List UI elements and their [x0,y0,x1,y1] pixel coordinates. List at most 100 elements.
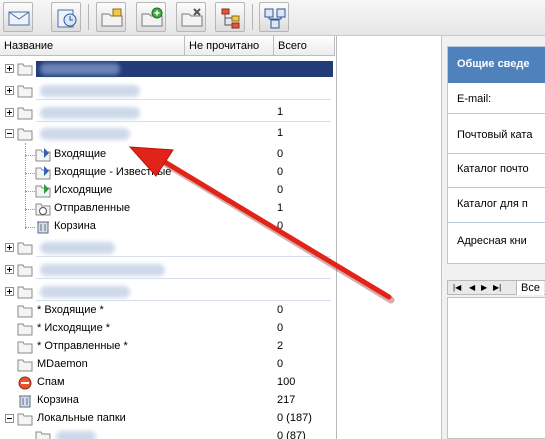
tree-row-outbox[interactable]: Исходящие 0 [0,182,337,200]
pager: |◀ ◀ ▶ ▶| Все [447,280,545,295]
column-header-unread[interactable]: Не прочитано [185,36,274,56]
tree-row-account-2[interactable] [0,82,337,100]
expand-icon[interactable] [5,86,14,95]
unread-count: 100 [277,376,296,388]
expand-icon[interactable] [5,64,14,73]
settings-button[interactable] [51,2,81,32]
trash-icon [19,395,31,408]
tree-row-all-outbox[interactable]: * Исходящие * 0 [0,320,337,338]
folder-icon [17,264,33,277]
info-row-catalog-for: Каталог для п [457,198,528,210]
expand-icon[interactable] [5,108,14,117]
folder-lock-button[interactable] [96,2,126,32]
info-row-mail-dir: Почтовый ката [457,129,533,141]
blurred-account-name [40,63,120,75]
settings-clock-icon [57,9,77,28]
folder-name: Корзина [54,220,96,232]
info-panel: Общие сведе E-mail: Почтовый ката Катало… [441,36,545,439]
tree-row-trash[interactable]: Корзина 0 [0,218,337,236]
collapse-icon[interactable] [5,129,14,138]
folder-name: * Отправленные * [37,340,128,352]
tree-row-mdaemon[interactable]: MDaemon 0 [0,356,337,374]
mail-button[interactable] [3,2,33,32]
mail-icon [8,11,30,26]
last-page-icon[interactable]: ▶| [493,283,501,292]
tree-row-account-1[interactable] [0,60,337,78]
folder-add-icon [141,7,163,27]
folder-add-button[interactable] [136,2,166,32]
blurred-account-name [40,107,140,119]
tree-row-account-5[interactable] [0,239,337,257]
folder-icon [17,85,33,98]
unread-count: 0 [277,304,284,316]
unread-count: 1 [277,106,284,118]
folder-name: Спам [37,376,65,388]
preview-area [447,297,545,439]
tree-row-inbox-known[interactable]: Входящие - Известные 0 [0,164,337,182]
column-header-name[interactable]: Название [0,36,185,56]
info-title: Общие сведе [448,47,545,83]
tree-row-account-7[interactable] [0,283,337,301]
folder-icon [17,286,33,299]
trash-icon [37,221,49,234]
tree-row-inbox[interactable]: Входящие 0 [0,146,337,164]
tree-row-account-3[interactable]: 1 [0,104,337,122]
info-row-mail-catalog: Каталог почто [457,163,529,175]
folder-tools-icon [181,8,203,27]
unread-count: 217 [277,394,296,406]
folder-icon [17,305,33,318]
folder-name: * Входящие * [37,304,104,316]
tree-icon [221,8,240,29]
toolbar [0,0,545,36]
blurred-account-name [40,242,115,254]
outbox-folder-icon [35,184,51,198]
tree-row-local-folders[interactable]: Локальные папки 0 (187) [0,410,337,428]
unread-count: 0 (187) [277,412,312,424]
tree-row-spam[interactable]: Спам 100 [0,374,337,392]
next-page-icon[interactable]: ▶ [481,283,487,292]
folder-name: Исходящие [54,184,113,196]
spam-icon [18,376,32,390]
folder-name: MDaemon [37,358,88,370]
tree-button[interactable] [215,2,245,32]
folder-icon [17,413,33,426]
collapse-icon[interactable] [5,414,14,423]
tree-row-local-sub[interactable]: 0 (87) [0,428,337,439]
folder-name: * Исходящие * [37,322,111,334]
expand-icon[interactable] [5,243,14,252]
folder-name: Входящие [54,148,107,160]
unread-count: 0 [277,322,284,334]
tree-row-sent[interactable]: Отправленные 1 [0,200,337,218]
tree-row-account-4[interactable]: 1 [0,125,337,143]
unread-count: 2 [277,340,284,352]
prev-page-icon[interactable]: ◀ [469,283,475,292]
tree-row-all-sent[interactable]: * Отправленные * 2 [0,338,337,356]
folder-lock-icon [101,8,123,27]
folder-tools-button[interactable] [176,2,206,32]
column-header-total[interactable]: Всего [274,36,335,56]
tab-all[interactable]: Все [516,281,544,295]
folder-icon [17,359,33,372]
expand-icon[interactable] [5,287,14,296]
sent-folder-icon [35,203,51,216]
folder-icon [17,242,33,255]
info-row-email: E-mail: [457,93,492,105]
folder-tree-panel: Название Не прочитано Всего 1 1 Входящие… [0,36,337,439]
expand-icon[interactable] [5,265,14,274]
network-button[interactable] [259,2,289,32]
inbox-folder-icon [35,148,51,162]
blurred-account-name [40,128,130,140]
info-row-address-book: Адресная кни [457,235,527,247]
unread-count: 0 (87) [277,430,306,439]
folder-name: Корзина [37,394,79,406]
info-box: Общие сведе E-mail: Почтовый ката Катало… [447,46,545,264]
unread-count: 0 [277,358,284,370]
unread-count: 1 [277,127,284,139]
folder-icon [17,341,33,354]
first-page-icon[interactable]: |◀ [453,283,461,292]
tree-row-account-6[interactable] [0,261,337,279]
tree-row-all-inbox[interactable]: * Входящие * 0 [0,302,337,320]
unread-count: 0 [277,148,284,160]
blurred-account-name [40,85,140,97]
tree-row-all-trash[interactable]: Корзина 217 [0,392,337,410]
